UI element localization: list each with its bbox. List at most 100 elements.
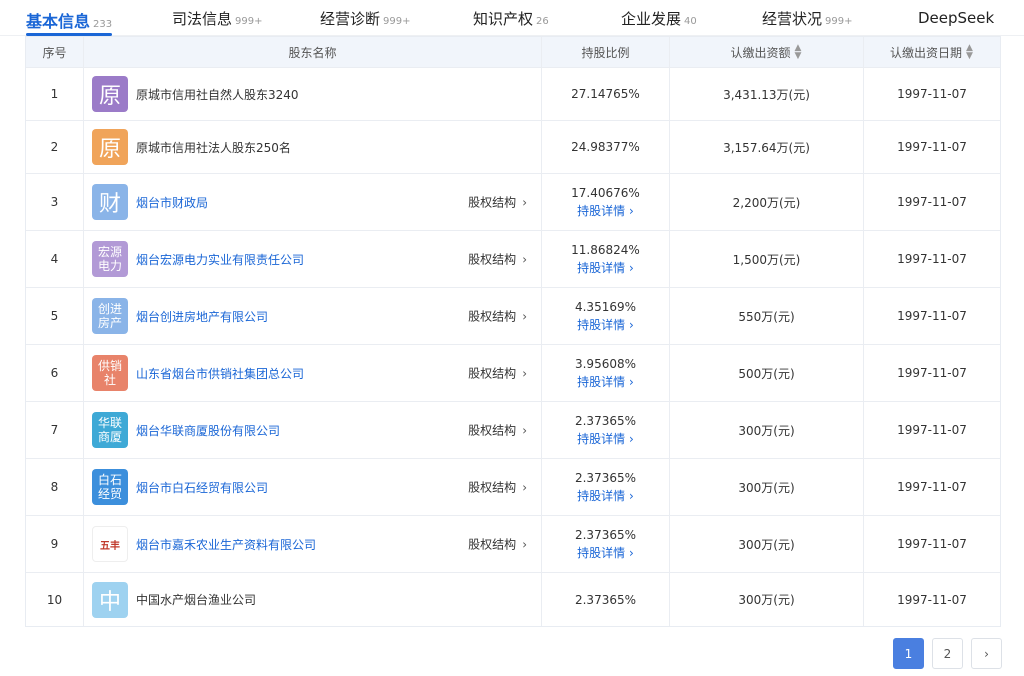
holding-detail-link[interactable]: 持股详情 › [577, 430, 634, 448]
equity-structure-label: 股权结构 [468, 309, 517, 324]
shareholder-cell: 供销社 山东省烟台市供销社集团总公司 股权结构 › [84, 345, 542, 401]
equity-structure-link[interactable]: 股权结构 › [468, 308, 527, 325]
holding-detail-link[interactable]: 持股详情 › [577, 373, 634, 391]
chevron-right-icon: › [629, 318, 634, 332]
holding-detail-label: 持股详情 [577, 261, 626, 275]
row-index: 9 [26, 516, 84, 572]
holding-detail-link[interactable]: 持股详情 › [577, 259, 634, 277]
ratio-cell: 2.37365% 持股详情 › [542, 459, 670, 515]
chevron-right-icon: › [629, 204, 634, 218]
tab-count: 233 [93, 19, 113, 30]
shareholder-name[interactable]: 烟台市嘉禾农业生产资料有限公司 [136, 536, 316, 553]
header-date[interactable]: 认缴出资日期 ▲ ▼ [864, 37, 1000, 67]
ratio-value: 24.98377% [571, 140, 640, 154]
tab-count: 26 [536, 16, 549, 27]
page-2-button[interactable]: 2 [932, 638, 963, 669]
equity-structure-label: 股权结构 [468, 195, 517, 210]
tab-business-diagnosis[interactable]: 经营诊断 999+ [320, 8, 410, 34]
equity-structure-label: 股权结构 [468, 366, 517, 381]
chevron-right-icon: › [522, 309, 527, 324]
ratio-cell: 17.40676% 持股详情 › [542, 174, 670, 230]
ratio-cell: 11.86824% 持股详情 › [542, 231, 670, 287]
tab-judicial-info[interactable]: 司法信息 999+ [172, 8, 262, 34]
shareholder-name[interactable]: 烟台宏源电力实业有限责任公司 [136, 251, 304, 268]
amount-cell: 2,200万(元) [670, 174, 864, 230]
shareholder-name[interactable]: 山东省烟台市供销社集团总公司 [136, 365, 304, 382]
row-index: 3 [26, 174, 84, 230]
chevron-right-icon: › [629, 375, 634, 389]
company-logo-icon: 华联商厦 [92, 412, 128, 448]
holding-detail-link[interactable]: 持股详情 › [577, 202, 634, 220]
amount-cell: 300万(元) [670, 516, 864, 572]
company-logo-icon: 原 [92, 76, 128, 112]
shareholder-name[interactable]: 烟台市财政局 [136, 194, 208, 211]
table-row: 6 供销社 山东省烟台市供销社集团总公司 股权结构 › 3.95608% 持股详情… [26, 345, 1000, 402]
equity-structure-label: 股权结构 [468, 480, 517, 495]
row-index: 2 [26, 121, 84, 173]
table-row: 10 中 中国水产烟台渔业公司 2.37365% 300万(元) 1997-11… [26, 573, 1000, 626]
amount-cell: 300万(元) [670, 573, 864, 626]
chevron-right-icon: › [984, 646, 989, 661]
tab-label: 基本信息 [26, 12, 91, 31]
chevron-right-icon: › [522, 366, 527, 381]
tab-label: DeepSeek [918, 9, 995, 27]
tab-basic-info[interactable]: 基本信息 233 [26, 8, 113, 36]
chevron-right-icon: › [629, 261, 634, 275]
date-cell: 1997-11-07 [897, 140, 967, 154]
header-name: 股东名称 [84, 37, 542, 67]
holding-detail-label: 持股详情 [577, 489, 626, 503]
pagination: 1 2 › [893, 638, 1002, 669]
holding-detail-label: 持股详情 [577, 375, 626, 389]
amount-cell: 1,500万(元) [670, 231, 864, 287]
header-date-label: 认缴出资日期 [889, 45, 962, 60]
holding-detail-link[interactable]: 持股详情 › [577, 544, 634, 562]
chevron-right-icon: › [522, 252, 527, 267]
equity-structure-link[interactable]: 股权结构 › [468, 536, 527, 553]
shareholder-name[interactable]: 烟台创进房地产有限公司 [136, 308, 268, 325]
tab-operating-status[interactable]: 经营状况 999+ [762, 8, 852, 34]
tab-intellectual-property[interactable]: 知识产权 26 [473, 8, 549, 34]
equity-structure-link[interactable]: 股权结构 › [468, 194, 527, 211]
tab-count: 999+ [383, 16, 411, 27]
ratio-block: 17.40676% 持股详情 › [571, 184, 640, 220]
amount-cell: 300万(元) [670, 459, 864, 515]
table-row: 1 原 原城市信用社自然人股东3240 27.14765% 3,431.13万(… [26, 68, 1000, 121]
tab-count: 999+ [825, 16, 853, 27]
equity-structure-link[interactable]: 股权结构 › [468, 479, 527, 496]
holding-detail-link[interactable]: 持股详情 › [577, 487, 634, 505]
header-amount[interactable]: 认缴出资额 ▲ ▼ [670, 37, 864, 67]
tab-label: 司法信息 [172, 10, 233, 28]
equity-structure-link[interactable]: 股权结构 › [468, 365, 527, 382]
tab-count: 999+ [235, 16, 263, 27]
ratio-cell: 27.14765% [542, 68, 670, 120]
ratio-cell: 2.37365% 持股详情 › [542, 516, 670, 572]
shareholder-name[interactable]: 烟台华联商厦股份有限公司 [136, 422, 280, 439]
row-index: 7 [26, 402, 84, 458]
row-index: 8 [26, 459, 84, 515]
amount-cell: 550万(元) [670, 288, 864, 344]
ratio-value: 17.40676% [571, 186, 640, 200]
sort-icon[interactable]: ▲ ▼ [795, 44, 803, 61]
table-row: 3 财 烟台市财政局 股权结构 › 17.40676% 持股详情 › 2,200万… [26, 174, 1000, 231]
table-row: 7 华联商厦 烟台华联商厦股份有限公司 股权结构 › 2.37365% 持股详情 … [26, 402, 1000, 459]
amount-cell: 500万(元) [670, 345, 864, 401]
date-cell: 1997-11-07 [897, 87, 967, 101]
page-1-button[interactable]: 1 [893, 638, 924, 669]
next-page-button[interactable]: › [971, 638, 1002, 669]
sort-icon[interactable]: ▲ ▼ [966, 44, 974, 61]
shareholder-name[interactable]: 烟台市白石经贸有限公司 [136, 479, 268, 496]
tab-enterprise-development[interactable]: 企业发展 40 [621, 8, 697, 34]
shareholder-name: 原城市信用社法人股东250名 [136, 140, 291, 155]
ratio-block: 2.37365% 持股详情 › [575, 412, 636, 448]
equity-structure-link[interactable]: 股权结构 › [468, 251, 527, 268]
equity-structure-link[interactable]: 股权结构 › [468, 422, 527, 439]
chevron-right-icon: › [629, 432, 634, 446]
row-index: 6 [26, 345, 84, 401]
date-cell: 1997-11-07 [897, 423, 967, 437]
holding-detail-link[interactable]: 持股详情 › [577, 316, 634, 334]
equity-structure-label: 股权结构 [468, 537, 517, 552]
shareholder-name: 原城市信用社自然人股东3240 [136, 87, 299, 102]
shareholder-cell: 创进房产 烟台创进房地产有限公司 股权结构 › [84, 288, 542, 344]
ratio-block: 3.95608% 持股详情 › [575, 355, 636, 391]
tab-deepseek[interactable]: DeepSeek [918, 8, 994, 34]
